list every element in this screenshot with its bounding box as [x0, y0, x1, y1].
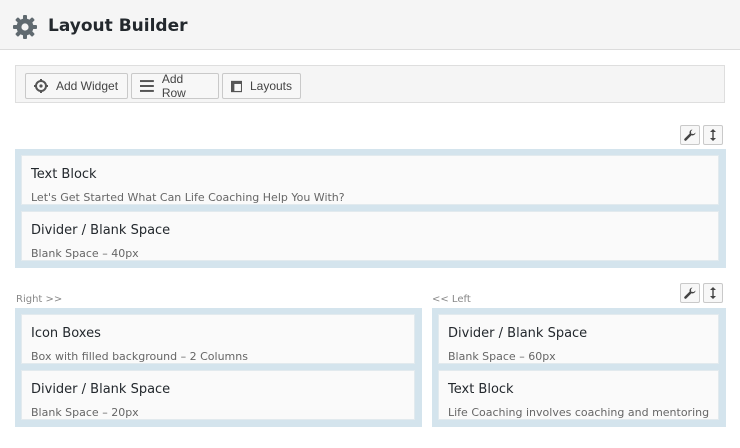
widget-description: Blank Space – 60px	[448, 350, 556, 363]
widget-description: Blank Space – 20px	[31, 406, 139, 419]
add-row-label: Add Row	[161, 72, 186, 100]
widget-title: Text Block	[448, 382, 514, 397]
add-widget-button[interactable]: Add Widget	[25, 73, 128, 99]
page-title: Layout Builder	[48, 16, 188, 36]
widget-title: Divider / Blank Space	[31, 382, 171, 397]
builder-toolbar: Add Widget Add Row Layouts	[15, 65, 725, 103]
widget-divider[interactable]: Divider / Blank Space Blank Space – 40px	[21, 211, 719, 261]
layout-column-left: Icon Boxes Box with filled background – …	[15, 308, 422, 427]
layouts-label: Layouts	[249, 79, 292, 93]
widget-divider[interactable]: Divider / Blank Space Blank Space – 20px	[21, 370, 415, 420]
widget-title: Icon Boxes	[31, 326, 101, 341]
layout-icon	[231, 80, 242, 92]
rows-icon	[140, 80, 154, 92]
add-widget-label: Add Widget	[56, 79, 119, 93]
row-settings-button[interactable]	[680, 125, 700, 145]
row-move-handle[interactable]	[703, 125, 723, 145]
widget-description: Box with filled background – 2 Columns	[31, 350, 248, 363]
widget-title: Text Block	[31, 167, 97, 182]
widget-title: Divider / Blank Space	[448, 326, 588, 341]
drag-vertical-icon	[710, 129, 716, 141]
widget-divider[interactable]: Divider / Blank Space Blank Space – 60px	[438, 314, 719, 364]
column-label-right: << Left	[432, 294, 471, 305]
add-row-button[interactable]: Add Row	[131, 72, 219, 100]
widget-icon-boxes[interactable]: Icon Boxes Box with filled background – …	[21, 314, 415, 364]
gear-icon	[34, 79, 48, 93]
gear-icon	[13, 15, 37, 39]
drag-vertical-icon	[710, 287, 716, 299]
column-label-left: Right >>	[16, 294, 63, 305]
layout-column-right: Divider / Blank Space Blank Space – 60px…	[432, 308, 726, 427]
row-settings-button[interactable]	[680, 283, 700, 303]
widget-description: Let's Get Started What Can Life Coaching…	[31, 191, 345, 204]
widget-description: Blank Space – 40px	[31, 247, 139, 260]
row-move-handle[interactable]	[703, 283, 723, 303]
layout-row: Text Block Let's Get Started What Can Li…	[15, 149, 726, 268]
widget-title: Divider / Blank Space	[31, 223, 171, 238]
widget-text-block[interactable]: Text Block Let's Get Started What Can Li…	[21, 155, 719, 205]
wrench-icon	[684, 287, 696, 299]
layouts-button[interactable]: Layouts	[222, 73, 301, 99]
widget-text-block[interactable]: Text Block Life Coaching involves coachi…	[438, 370, 719, 420]
widget-description: Life Coaching involves coaching and ment…	[448, 406, 710, 419]
page-header: Layout Builder	[0, 0, 740, 50]
wrench-icon	[684, 129, 696, 141]
